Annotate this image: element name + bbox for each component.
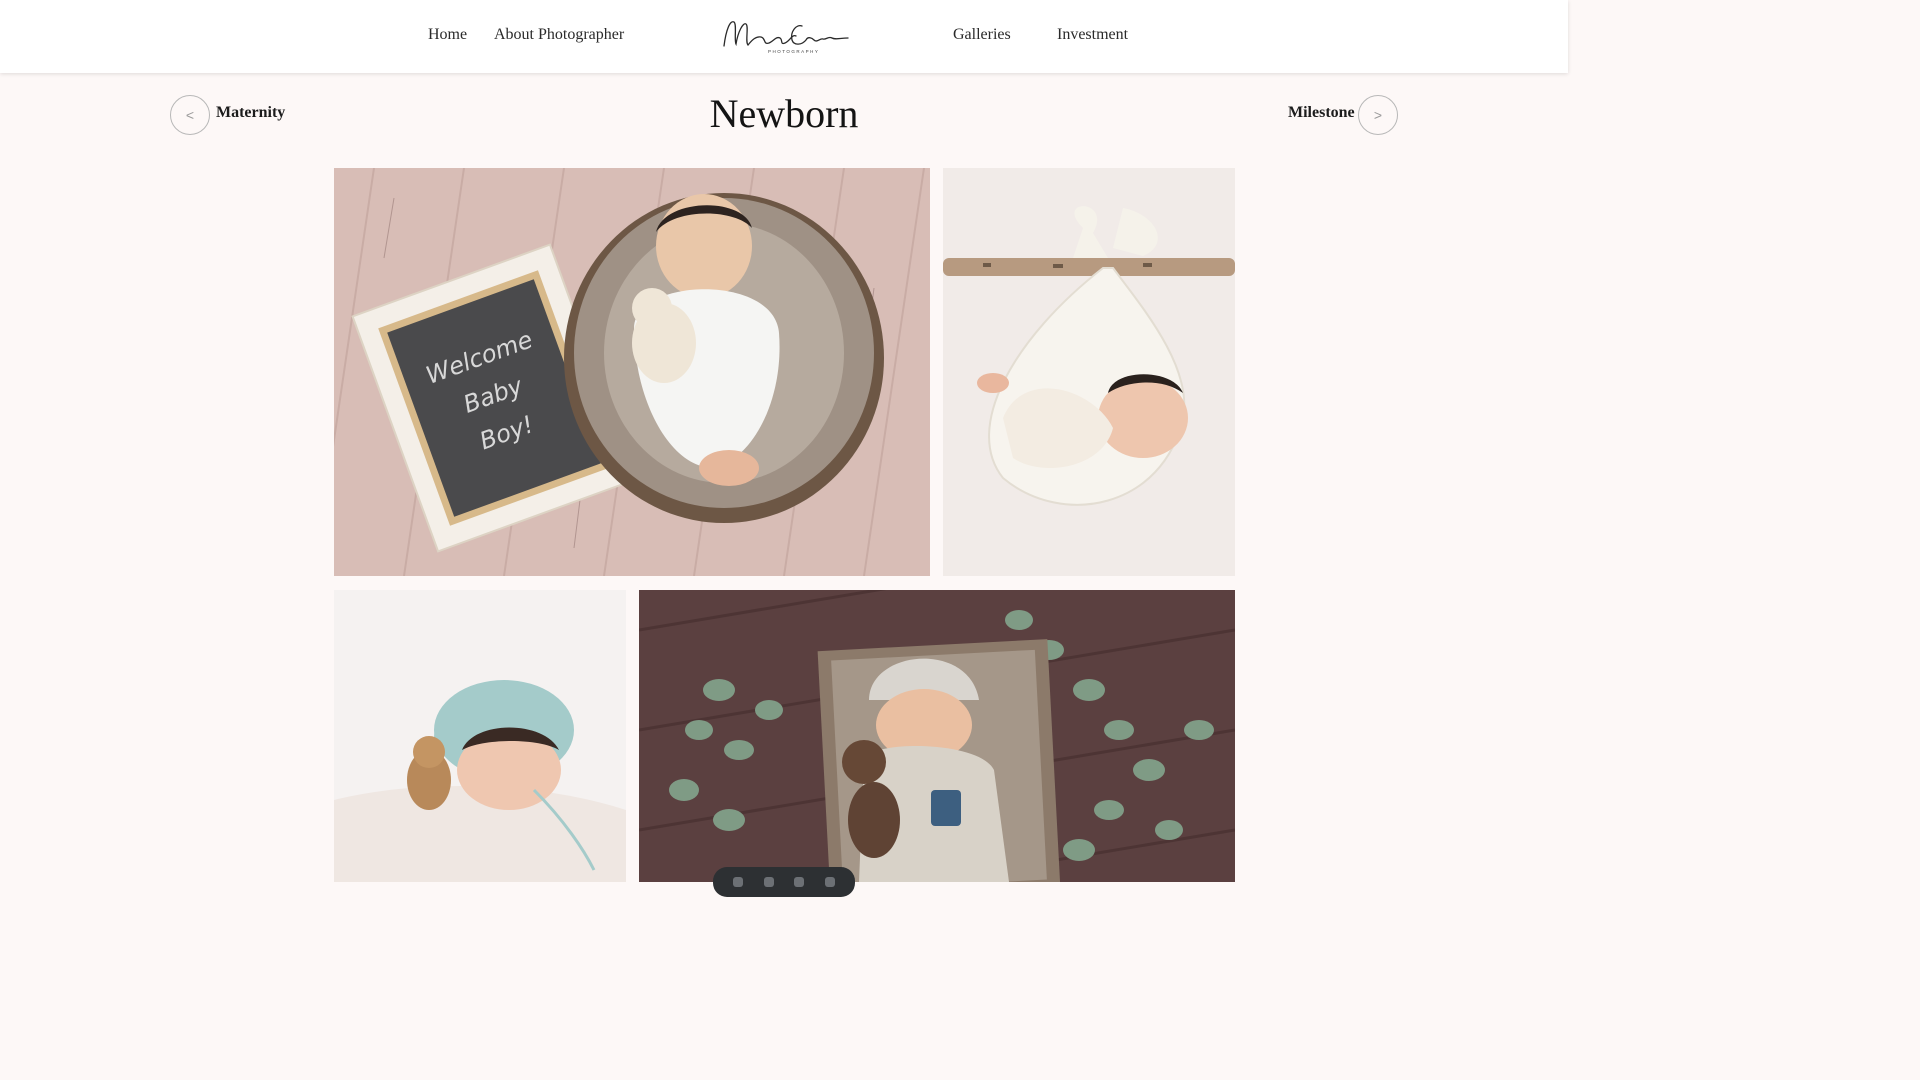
toolbar-share-icon[interactable] (763, 877, 774, 887)
chevron-right-icon: > (1373, 107, 1383, 123)
toolbar-pin-icon[interactable] (733, 877, 744, 887)
gallery-photo-newborn-hammock[interactable] (943, 168, 1235, 576)
site-logo[interactable]: PHOTOGRAPHY (716, 12, 852, 58)
toolbar-menu-icon[interactable] (794, 877, 805, 887)
nav-galleries-link[interactable]: Galleries (953, 26, 1011, 44)
next-gallery-button[interactable]: > (1358, 95, 1398, 135)
toolbar-camera-icon[interactable] (824, 877, 835, 887)
gallery-photo-newborn-bonnet[interactable] (334, 590, 626, 882)
next-gallery-link[interactable]: Milestone (1288, 104, 1355, 122)
site-header: Home About Photographer PHOTOGRAPHY Gall… (0, 0, 1568, 73)
image-toolbar[interactable] (713, 867, 855, 897)
logo-subtext: PHOTOGRAPHY (768, 49, 819, 54)
nav-investment-link[interactable]: Investment (1057, 26, 1128, 44)
gallery-photo-newborn-basket[interactable]: Welcome Baby Boy! (334, 168, 930, 576)
nav-about-link[interactable]: About Photographer (494, 26, 624, 44)
gallery-photo-newborn-crate[interactable] (639, 590, 1235, 882)
nav-home-link[interactable]: Home (428, 26, 467, 44)
